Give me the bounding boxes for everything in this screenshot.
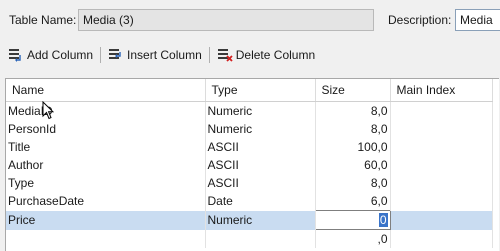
column-header-main-index[interactable]: Main Index (390, 79, 493, 102)
cell-main-index[interactable] (390, 156, 493, 174)
cell-name[interactable] (6, 229, 206, 248)
cell-main-index[interactable] (390, 101, 493, 120)
cell-type[interactable]: Numeric (205, 210, 316, 230)
cell-main-index[interactable] (390, 174, 493, 192)
add-column-button[interactable]: Add Column (4, 45, 97, 65)
columns-table: Name Type Size Main Index MediaID Numeri… (6, 79, 493, 248)
cell-main-index[interactable] (390, 120, 493, 138)
cell-main-index[interactable] (390, 210, 493, 230)
cell-main-index[interactable] (390, 192, 493, 211)
cell-type[interactable]: Date (205, 192, 316, 211)
cell-type[interactable]: ASCII (205, 156, 316, 174)
cell-name[interactable]: Author (6, 156, 206, 174)
selected-text: 0 (378, 213, 388, 227)
cell-size[interactable]: 8,0 (315, 174, 391, 192)
cell-main-index[interactable] (390, 229, 493, 248)
cell-name[interactable]: PersonId (6, 120, 206, 138)
mouse-pointer-icon (42, 101, 54, 120)
grid-header-row: Name Type Size Main Index (6, 79, 493, 102)
cell-size[interactable]: 60,0 (315, 156, 391, 174)
table-row[interactable]: Title ASCII 100,0 (6, 138, 493, 156)
columns-grid: Name Type Size Main Index MediaID Numeri… (5, 78, 499, 251)
description-label: Description: (388, 13, 452, 27)
column-header-name[interactable]: Name (6, 79, 206, 102)
size-edit-cell[interactable]: 0 (314, 210, 391, 230)
cell-size[interactable]: 100,0 (315, 138, 391, 156)
table-row-selected[interactable]: Price Numeric 0 (6, 210, 493, 230)
description-field[interactable]: Media (455, 9, 500, 31)
cell-name[interactable]: Price (6, 210, 206, 230)
table-row[interactable]: PersonId Numeric 8,0 (6, 120, 493, 138)
table-row[interactable]: PurchaseDate Date 6,0 (6, 192, 493, 211)
toolbar-separator (208, 47, 210, 63)
table-row[interactable]: Type ASCII 8,0 (6, 174, 493, 192)
toolbar-separator (100, 47, 102, 63)
cell-type[interactable] (205, 229, 316, 248)
cell-type[interactable]: ASCII (205, 174, 316, 192)
cell-main-index[interactable] (390, 138, 493, 156)
table-name-label: Table Name: (9, 13, 77, 27)
cell-size[interactable]: ,0 (315, 229, 391, 248)
insert-column-label: Insert Column (127, 48, 202, 62)
delete-column-icon (217, 48, 233, 62)
cell-type[interactable]: Numeric (205, 120, 316, 138)
delete-column-label: Delete Column (235, 48, 316, 62)
delete-column-button[interactable]: Delete Column (213, 45, 319, 65)
cell-size[interactable]: 8,0 (315, 120, 391, 138)
cell-name[interactable]: Type (6, 174, 206, 192)
table-name-field[interactable]: Media (3) (78, 9, 374, 31)
cell-size[interactable]: 6,0 (315, 192, 391, 211)
cell-type[interactable]: ASCII (205, 138, 316, 156)
table-row[interactable]: Author ASCII 60,0 (6, 156, 493, 174)
cell-name[interactable]: PurchaseDate (6, 192, 206, 211)
cell-type[interactable]: Numeric (205, 101, 316, 120)
cell-size[interactable]: 8,0 (315, 101, 391, 120)
cell-name[interactable]: MediaID (6, 101, 206, 120)
insert-column-button[interactable]: Insert Column (104, 45, 206, 65)
column-header-size[interactable]: Size (315, 79, 391, 102)
table-row[interactable]: MediaID Numeric 8,0 (6, 101, 493, 120)
add-column-label: Add Column (27, 48, 94, 62)
table-row-new[interactable]: ,0 (6, 229, 493, 248)
column-header-type[interactable]: Type (205, 79, 316, 102)
insert-column-icon (108, 48, 124, 62)
cell-name[interactable]: Title (6, 138, 206, 156)
column-toolbar: Add Column Insert Column Delete Column (4, 44, 319, 66)
add-column-icon (8, 48, 24, 62)
